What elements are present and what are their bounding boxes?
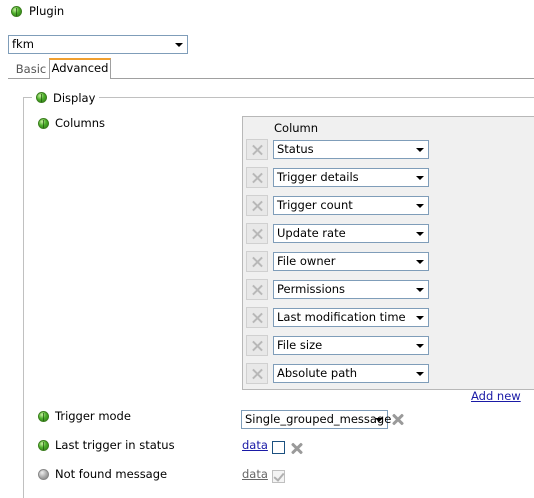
column-select[interactable]: File size [273, 336, 429, 355]
chevron-down-icon [375, 418, 383, 422]
column-select[interactable]: Trigger details [273, 168, 429, 187]
trigger-mode-label: Trigger mode [55, 409, 131, 423]
chevron-down-icon [416, 232, 424, 236]
plugin-label: Plugin [29, 4, 65, 18]
plugin-status-icon [11, 6, 22, 17]
not-found-label: Not found message [55, 467, 168, 481]
trigger-mode-select[interactable]: Single_grouped_message [241, 410, 392, 429]
columns-label: Columns [55, 116, 106, 130]
column-select-value: Last modification time [277, 310, 406, 324]
column-select-value: Absolute path [277, 366, 358, 380]
last-trigger-data-link[interactable]: data [242, 438, 268, 452]
remove-column-button[interactable] [246, 195, 268, 216]
column-select-value: Update rate [277, 226, 346, 240]
column-select[interactable]: Last modification time [273, 308, 429, 327]
display-legend: Display [32, 90, 100, 106]
trigger-mode-status-icon [38, 411, 49, 422]
add-new-link[interactable]: Add new [471, 389, 521, 403]
chevron-down-icon [416, 260, 424, 264]
remove-column-button[interactable] [246, 363, 268, 384]
last-trigger-label: Last trigger in status [55, 438, 175, 452]
trigger-mode-select-value: Single_grouped_message [245, 412, 392, 426]
column-select-value: Status [277, 142, 314, 156]
remove-column-button[interactable] [246, 139, 268, 160]
plugin-select[interactable]: fkm [8, 35, 188, 54]
remove-column-button[interactable] [246, 167, 268, 188]
column-select-value: Trigger details [277, 170, 359, 184]
remove-column-button[interactable] [246, 307, 268, 328]
remove-column-button[interactable] [246, 223, 268, 244]
last-trigger-checkbox[interactable] [272, 441, 285, 454]
column-select[interactable]: Permissions [273, 280, 429, 299]
remove-column-button[interactable] [246, 279, 268, 300]
not-found-checkbox [272, 470, 285, 483]
column-select[interactable]: Update rate [273, 224, 429, 243]
column-select[interactable]: Trigger count [273, 196, 429, 215]
chevron-down-icon [175, 43, 183, 47]
remove-trigger-mode-icon[interactable] [390, 411, 406, 427]
tab-advanced[interactable]: Advanced [49, 58, 111, 79]
column-select[interactable]: Status [273, 140, 429, 159]
chevron-down-icon [416, 372, 424, 376]
chevron-down-icon [416, 204, 424, 208]
plugin-select-value: fkm [12, 37, 34, 51]
display-status-icon [36, 92, 47, 103]
remove-column-button[interactable] [246, 335, 268, 356]
column-select-value: File size [277, 338, 323, 352]
chevron-down-icon [416, 176, 424, 180]
tab-basic[interactable]: Basic [14, 60, 48, 78]
chevron-down-icon [416, 316, 424, 320]
column-select-value: Permissions [277, 282, 346, 296]
column-select[interactable]: Absolute path [273, 364, 429, 383]
column-select-value: Trigger count [277, 198, 353, 212]
column-select[interactable]: File owner [273, 252, 429, 271]
not-found-status-icon [38, 469, 49, 480]
remove-column-button[interactable] [246, 251, 268, 272]
column-select-value: File owner [277, 254, 336, 268]
display-legend-label: Display [53, 91, 96, 105]
columns-table-header: Column [274, 121, 319, 135]
chevron-down-icon [416, 344, 424, 348]
last-trigger-status-icon [38, 440, 49, 451]
not-found-data-link: data [242, 467, 268, 481]
columns-status-icon [38, 118, 49, 129]
remove-last-trigger-icon[interactable] [289, 440, 305, 456]
chevron-down-icon [416, 288, 424, 292]
chevron-down-icon [416, 148, 424, 152]
